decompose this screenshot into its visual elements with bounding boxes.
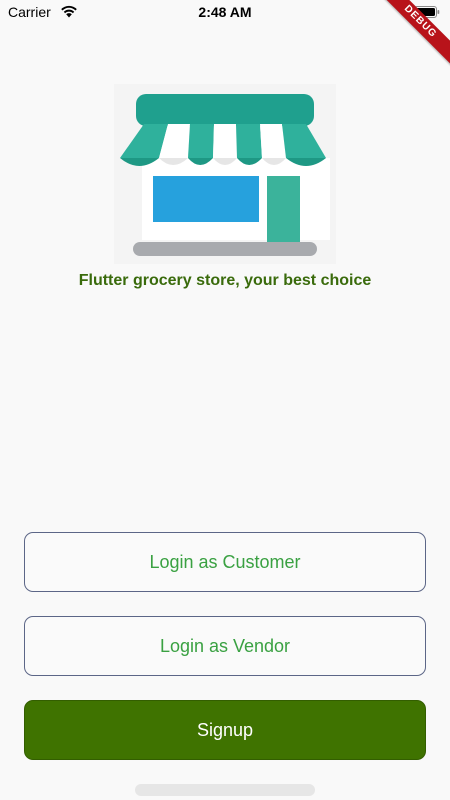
welcome-screen: Carrier 2:48 AM DEBUG Flutter grocery st… xyxy=(0,0,450,800)
login-vendor-button[interactable]: Login as Vendor xyxy=(24,616,426,676)
home-indicator[interactable] xyxy=(135,784,315,796)
app-tagline: Flutter grocery store, your best choice xyxy=(78,272,372,289)
signup-button[interactable]: Signup xyxy=(24,700,426,760)
debug-banner-label: DEBUG xyxy=(371,0,450,71)
debug-banner: DEBUG xyxy=(370,0,450,80)
store-front-icon xyxy=(114,84,336,264)
login-customer-button[interactable]: Login as Customer xyxy=(24,532,426,592)
